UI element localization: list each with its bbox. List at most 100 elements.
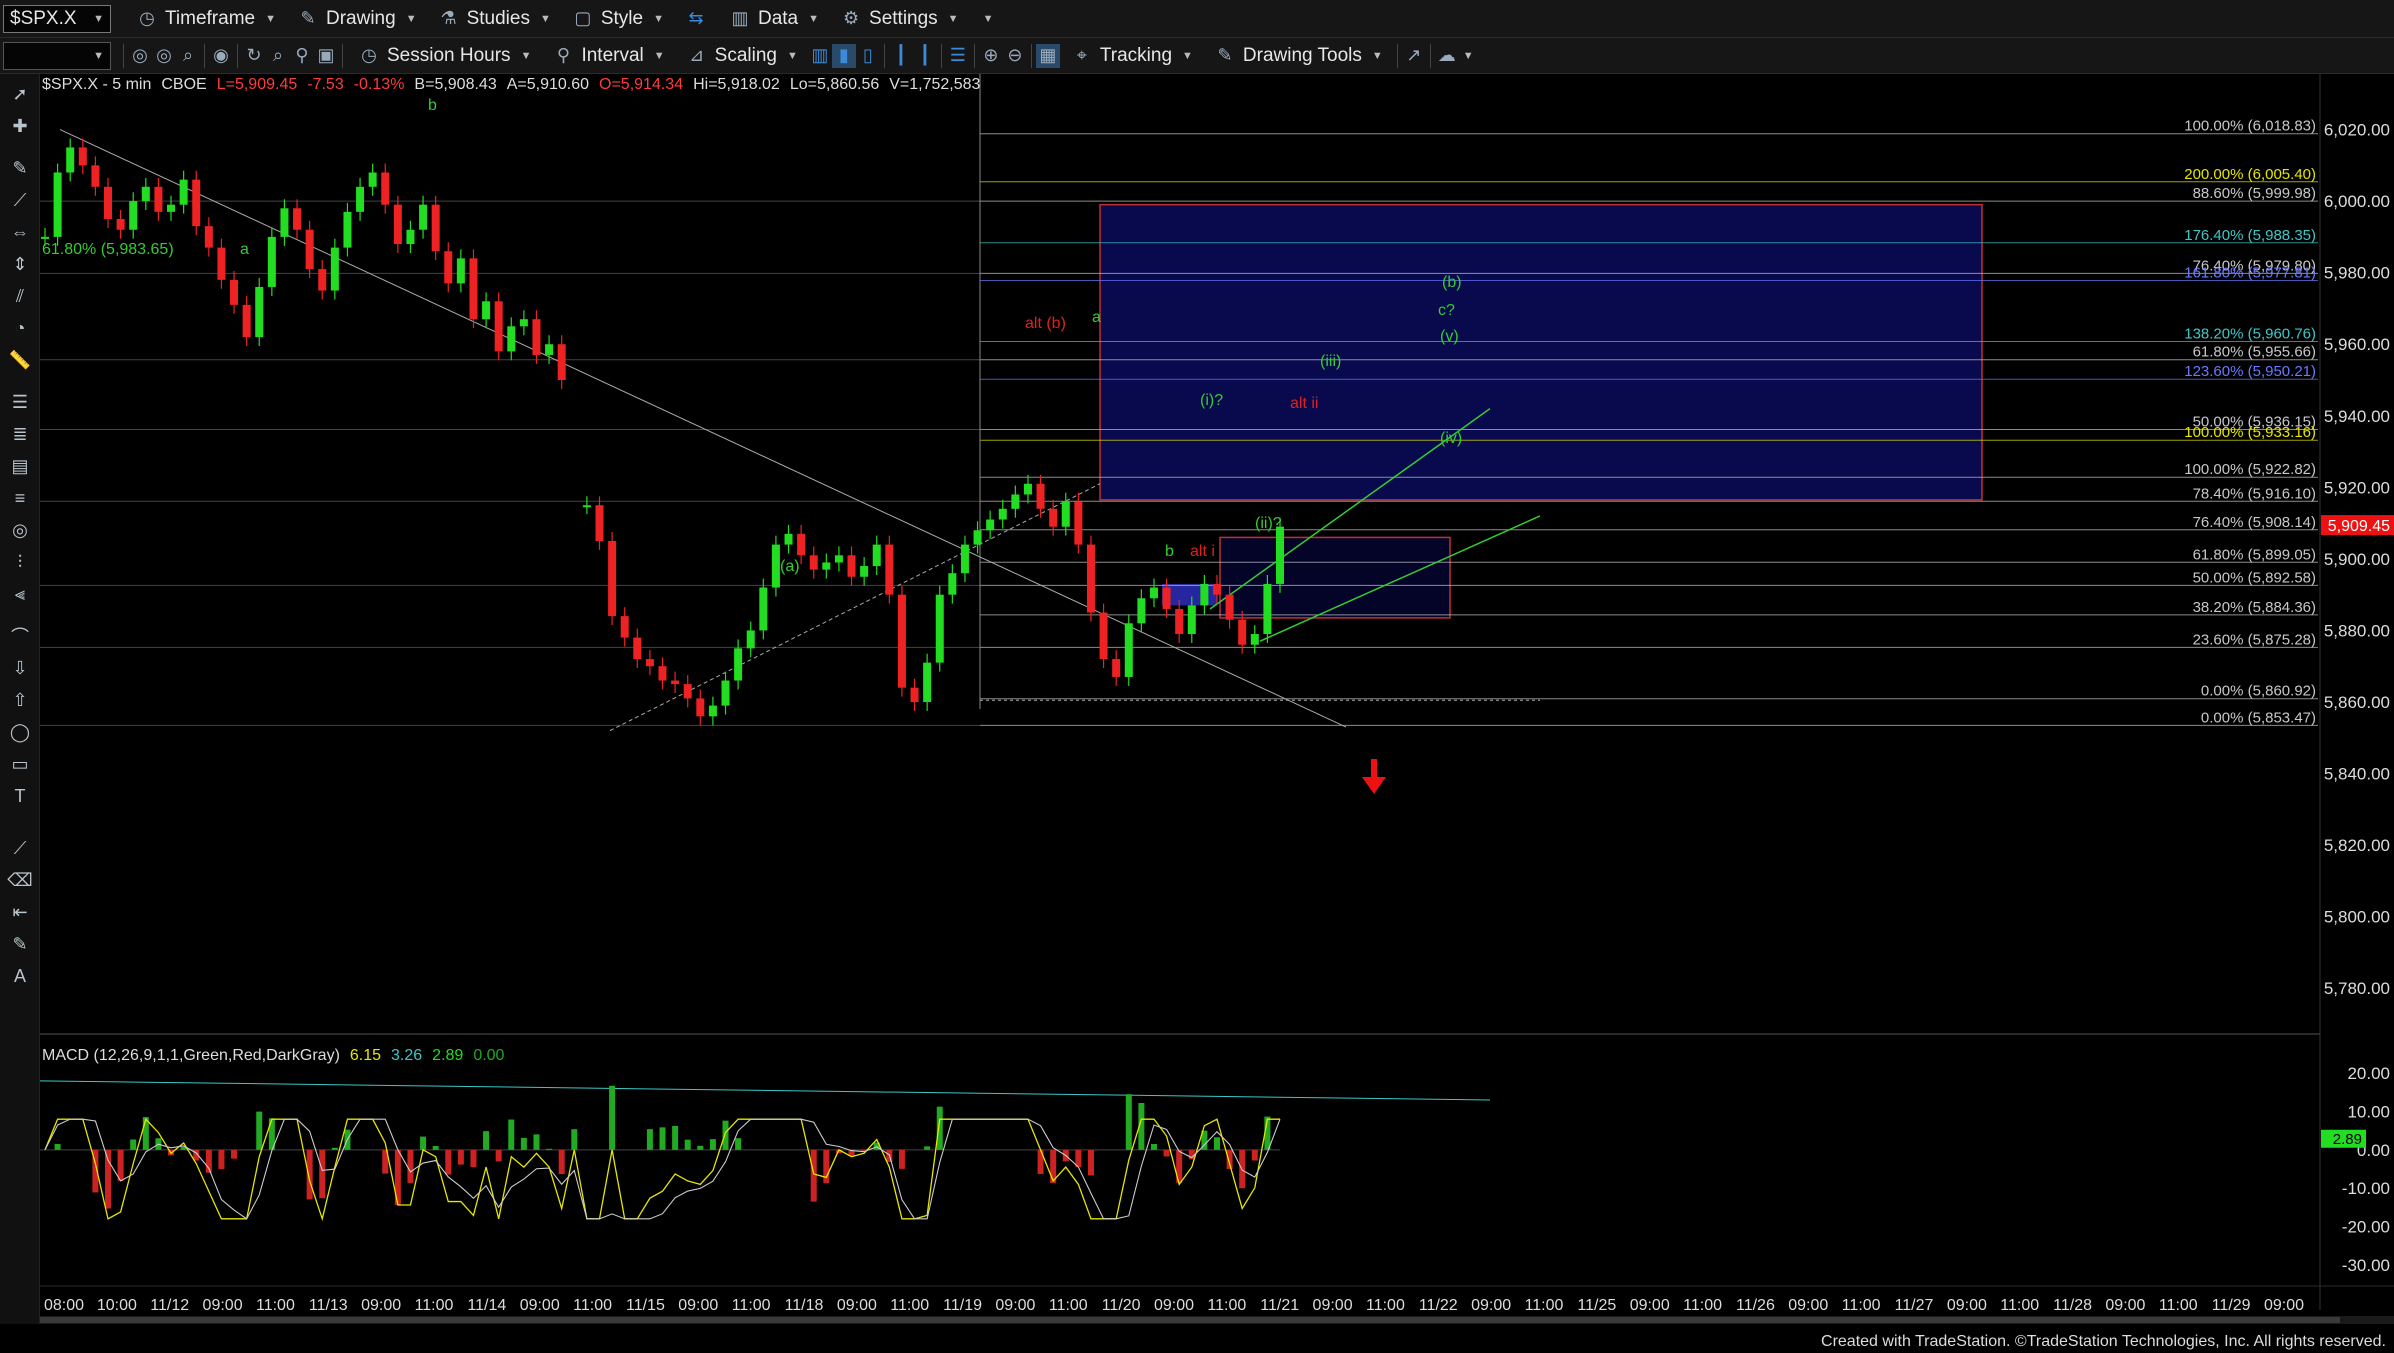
vertical-line-icon[interactable]: ⇕ [6,250,34,278]
circle-tool-icon[interactable]: ◎ [152,44,176,68]
interval-menu[interactable]: ⚲ Interval ▼ [541,38,674,73]
ruler-icon[interactable]: 📏 [6,346,34,374]
speed-lines-icon[interactable]: ≡ [6,484,34,512]
pin-icon[interactable]: ⚲ [290,44,314,68]
divider [237,43,238,68]
fib-time-icon[interactable]: ▤ [6,452,34,480]
fib-extension-icon[interactable]: ≣ [6,420,34,448]
zoom-icon[interactable]: ⌕ [266,44,290,68]
snap-icon[interactable]: ⇤ [6,898,34,926]
time-tick-label: 11:00 [573,1297,612,1314]
price-tick-label: 5,960.00 [2324,335,2390,354]
hollow-candle-icon[interactable]: ▯ [856,44,880,68]
macd-tick-label: 10.00 [2347,1103,2390,1122]
settings-menu[interactable]: ⚙ Settings ▼ [829,0,969,37]
scaling-menu[interactable]: ⊿ Scaling ▼ [675,38,808,73]
chevron-down-icon: ▼ [653,12,664,25]
bars-icon[interactable]: ┃ [889,44,913,68]
macd-zero: 0.00 [473,1047,505,1064]
horizontal-line-icon[interactable]: ⇔ [6,218,34,246]
macd-value-tag-label: 2.89 [2333,1131,2362,1148]
candlestick-icon[interactable]: ▮ [831,43,856,68]
gann-icon[interactable]: ◎ [6,516,34,544]
fib-level-label: 61.80% (5,899.05) [2193,546,2316,563]
candle-body [935,594,944,663]
tracking-menu[interactable]: ⌖ Tracking ▼ [1060,38,1203,73]
link-chart-button[interactable]: ⇆ [674,0,718,37]
macd-tick-label: 20.00 [2347,1064,2390,1083]
channel-icon[interactable]: ⫽ [6,282,34,310]
circle-tool-icon[interactable]: ◎ [128,44,152,68]
candle-body [1086,544,1095,613]
divider [204,43,205,68]
fib-level-label: 61.80% (5,955.66) [2193,344,2316,361]
layout-icon[interactable]: ☰ [946,44,970,68]
session-hours-menu[interactable]: ◷ Session Hours ▼ [347,38,541,73]
export-icon[interactable]: ↗ [1402,44,1426,68]
divider [940,43,942,68]
time-tick-label: 11:00 [415,1297,454,1314]
arc-icon[interactable]: ⌒ [6,622,34,650]
macd-signal: 3.26 [391,1047,423,1064]
drawing-menu[interactable]: ✎ Drawing ▼ [286,0,427,37]
chart-analysis-icon[interactable]: ⌕ [176,44,200,68]
candle-body [582,505,591,508]
price-chart[interactable]: 100.00% (6,018.83) 200.00% (6,005.40) 88.6… [40,74,2394,1330]
bar-chart-icon[interactable]: ▥ [808,44,832,68]
zoom-in-icon[interactable]: ⊕ [979,44,1003,68]
chevron-down-icon[interactable]: ▼ [1463,50,1474,62]
symbol-input[interactable]: $SPX.X ▼ [3,4,111,33]
crosshair-icon[interactable]: ✚ [6,112,34,140]
secondary-symbol-input[interactable]: ▼ [3,41,111,70]
time-tick-label: 11:00 [256,1297,295,1314]
interval-label: Interval [581,44,644,66]
target-icon[interactable]: ◉ [209,44,233,68]
text-box-icon[interactable]: A [6,962,34,990]
quote-info-bar: $SPX.X - 5 min CBOE L=5,909.45 -7.53 -0.13% B… [42,76,990,94]
rectangle-icon[interactable]: ▭ [6,750,34,778]
refresh-icon[interactable]: ↻ [242,44,266,68]
trendline-icon[interactable]: ⟋ [6,186,34,214]
pen-icon[interactable]: ✎ [6,154,34,182]
zoom-out-icon[interactable]: ⊖ [1003,44,1027,68]
grid-icon[interactable]: ▦ [1035,43,1060,68]
fib-retracement-icon[interactable]: ☰ [6,388,34,416]
more-menu[interactable]: ▼ [969,0,1004,37]
cycle-icon[interactable]: ◔ [6,314,34,342]
chevron-down-icon: ▼ [1182,49,1193,62]
ellipse-icon[interactable]: ◯ [6,718,34,746]
active-pen-icon[interactable]: ✎ [6,930,34,958]
macd-histogram-bar [407,1149,414,1183]
scaling-icon: ⊿ [689,45,705,65]
macd-histogram-bar [558,1149,565,1175]
data-menu[interactable]: ▥ Data ▼ [718,0,829,37]
style-menu[interactable]: ▢ Style ▼ [561,0,674,37]
andrews-icon[interactable]: ⫷ [6,580,34,608]
candle-body [41,236,49,239]
candle-body [293,208,302,230]
candle-body [141,186,150,202]
studies-menu[interactable]: ⚗ Studies ▼ [427,0,561,37]
data-icon: ▥ [731,8,749,28]
line-tool-icon[interactable]: ⟋ [6,834,34,862]
pitchfork-icon[interactable]: ⫶ [6,548,34,576]
eraser-icon[interactable]: ⌫ [6,866,34,894]
text-tool-icon[interactable]: T [6,782,34,810]
drawing-tools-menu[interactable]: ✎ Drawing Tools ▼ [1203,38,1393,73]
price-tick-label: 5,940.00 [2324,407,2390,426]
pct-change: -0.13% [353,76,405,93]
arrow-up-icon[interactable]: ⇧ [6,686,34,714]
pencil-icon: ✎ [300,8,316,28]
pointer-icon[interactable]: ➚ [6,80,34,108]
macd-histogram-bar [709,1139,716,1150]
timeframe-menu[interactable]: ◷ Timeframe ▼ [125,0,286,37]
time-tick-label: 11:00 [1049,1297,1088,1314]
chat-icon[interactable]: ☁ [1435,44,1459,68]
candle-body [154,186,163,212]
candle-body [771,544,780,588]
time-tick-label: 11:00 [1207,1297,1246,1314]
camera-icon[interactable]: ▣ [314,44,338,68]
bars-icon[interactable]: ┃ [913,44,937,68]
arrow-down-icon[interactable]: ⇩ [6,654,34,682]
candle-body [507,326,516,352]
